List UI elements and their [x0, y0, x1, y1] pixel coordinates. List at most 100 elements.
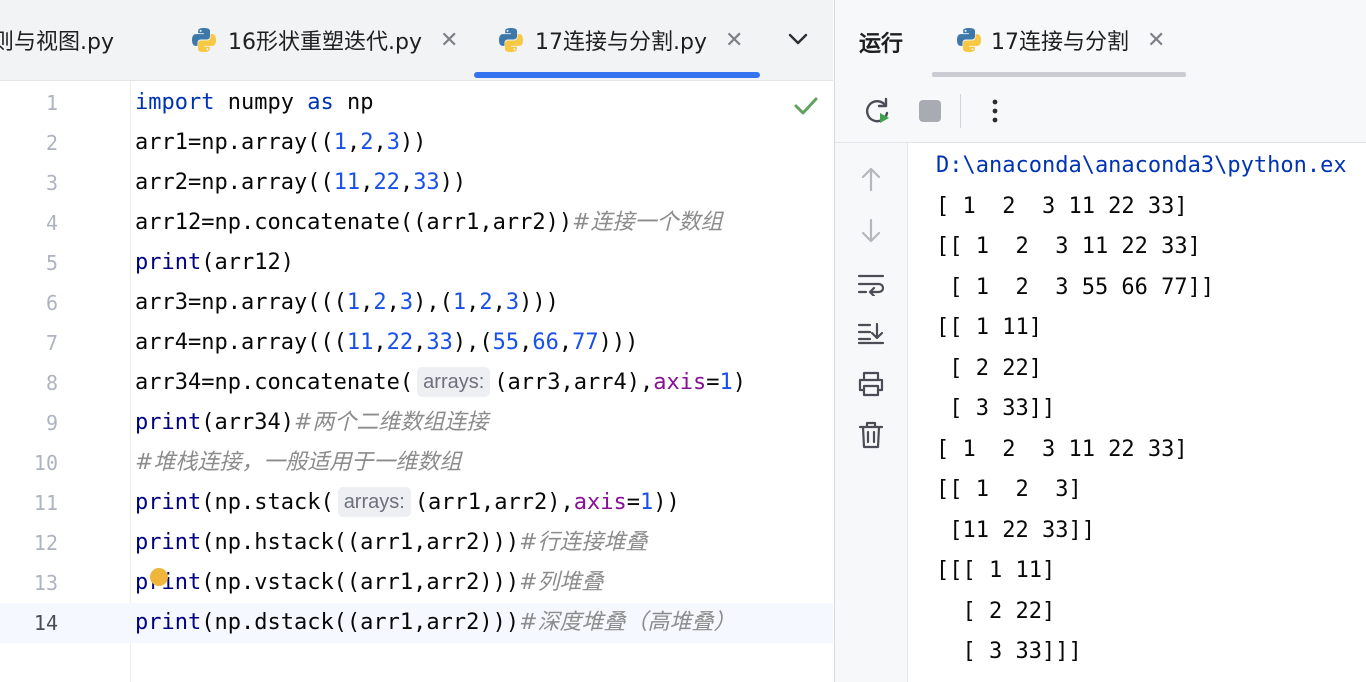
- run-tab-label: 17连接与分割: [991, 30, 1129, 55]
- line-number: 11: [33, 491, 58, 515]
- close-icon[interactable]: ✕: [440, 28, 458, 53]
- console-line: [[ 1 2 3]: [936, 477, 1082, 502]
- stop-icon: [919, 100, 941, 122]
- editor-tab-bar: 则与视图.py 16形状重塑迭代.py ✕ 17连接与分割.py ✕: [0, 0, 833, 81]
- inlay-hint: arrays:: [337, 487, 411, 517]
- arrow-down-icon: [861, 218, 881, 243]
- inlay-hint: arrays:: [417, 367, 491, 397]
- editor-tab-label: 16形状重塑迭代.py: [228, 30, 422, 55]
- line-number: 14: [33, 611, 58, 635]
- line-number: 5: [45, 251, 58, 275]
- code-editor[interactable]: 1 import numpy as np 2 arr1=np.array((1,…: [0, 81, 833, 682]
- code-line: 2 arr1=np.array((1,2,3)): [0, 123, 833, 163]
- printer-icon: [858, 371, 884, 397]
- console-output[interactable]: D:\anaconda\anaconda3\python.ex [ 1 2 3 …: [908, 143, 1366, 682]
- run-title: 运行: [859, 32, 904, 57]
- code-line: 10 #堆栈连接，一般适用于一维数组: [0, 443, 833, 483]
- code-line: 4 arr12=np.concatenate((arr1,arr2))#连接一个…: [0, 203, 833, 243]
- code-text[interactable]: print(arr12): [135, 243, 294, 283]
- code-text[interactable]: print(np.dstack((arr1,arr2)))#深度堆叠（高堆叠）: [135, 603, 736, 643]
- code-line: 1 import numpy as np: [0, 83, 833, 123]
- line-number: 8: [45, 371, 58, 395]
- scroll-to-end-button[interactable]: [857, 319, 885, 347]
- code-text[interactable]: print(np.hstack((arr1,arr2)))#行连接堆叠: [135, 523, 648, 563]
- line-number: 13: [33, 571, 58, 595]
- line-number: 10: [33, 451, 58, 475]
- run-tool-window: 运行 17连接与分割 ✕ D:\anaconda\anaconda3\pytho…: [834, 0, 1366, 682]
- code-text[interactable]: print(np.stack(arrays: (arr1,arr2),axis=1…: [135, 483, 680, 523]
- rerun-button[interactable]: [863, 96, 893, 126]
- code-line: 8 arr34=np.concatenate(arrays: (arr3,arr4…: [0, 363, 833, 403]
- code-text[interactable]: print(np.vstack((arr1,arr2)))#列堆叠: [135, 563, 604, 603]
- line-number: 3: [45, 171, 58, 195]
- console-line: [[[ 1 11]: [936, 558, 1056, 583]
- line-number: 6: [45, 291, 58, 315]
- code-text[interactable]: #堆栈连接，一般适用于一维数组: [135, 443, 461, 483]
- run-header: 运行 17连接与分割 ✕: [835, 0, 1366, 80]
- close-icon[interactable]: ✕: [1147, 28, 1165, 53]
- code-line: 12 print(np.hstack((arr1,arr2)))#行连接堆叠: [0, 523, 833, 563]
- console-line: D:\anaconda\anaconda3\python.ex: [936, 153, 1347, 178]
- editor-tab-17[interactable]: 17连接与分割.py ✕: [497, 0, 743, 80]
- code-text[interactable]: print(arr34)#两个二维数组连接: [135, 403, 488, 443]
- code-line: 3 arr2=np.array((11,22,33)): [0, 163, 833, 203]
- editor-tab-label: 则与视图.py: [0, 30, 114, 55]
- trash-icon: [858, 421, 884, 449]
- console-line: [ 3 33]]: [936, 396, 1056, 421]
- scroll-to-end-icon: [857, 322, 885, 345]
- console-line: [ 1 2 3 11 22 33]: [936, 437, 1188, 462]
- scroll-down-button[interactable]: [857, 217, 885, 245]
- console-line: [[ 1 2 3 11 22 33]: [936, 234, 1201, 259]
- console-line: [ 3 33]]]: [936, 639, 1082, 664]
- more-options-button[interactable]: [980, 96, 1010, 126]
- code-text[interactable]: arr4=np.array(((11,22,33),(55,66,77))): [135, 323, 638, 363]
- editor-tab-label: 17连接与分割.py: [535, 30, 707, 55]
- console-side-toolbar: [835, 143, 908, 682]
- console-line: [ 2 22]: [936, 356, 1042, 381]
- console-line: [ 1 2 3 55 66 77]]: [936, 275, 1215, 300]
- line-number: 2: [45, 131, 58, 155]
- clear-console-button[interactable]: [857, 421, 885, 449]
- stop-button[interactable]: [915, 96, 945, 126]
- run-toolbar: [835, 82, 1366, 143]
- run-tab[interactable]: 17连接与分割 ✕: [955, 24, 1165, 56]
- rerun-icon: [866, 97, 889, 123]
- code-text[interactable]: arr2=np.array((11,22,33)): [135, 163, 466, 203]
- code-line: 7 arr4=np.array(((11,22,33),(55,66,77))): [0, 323, 833, 363]
- code-line: 11 print(np.stack(arrays: (arr1,arr2),axi…: [0, 483, 833, 523]
- toolbar-separator: [960, 94, 961, 128]
- code-text[interactable]: import numpy as np: [135, 83, 373, 123]
- code-line: 5 print(arr12): [0, 243, 833, 283]
- code-line: 6 arr3=np.array(((1,2,3),(1,2,3))): [0, 283, 833, 323]
- console-line: [11 22 33]]: [936, 518, 1095, 543]
- line-number: 1: [45, 91, 58, 115]
- lightbulb-icon[interactable]: [150, 568, 168, 586]
- editor-tab-16[interactable]: 16形状重塑迭代.py ✕: [190, 0, 458, 80]
- scroll-up-button[interactable]: [857, 165, 885, 193]
- run-tab-indicator: [932, 72, 1186, 77]
- line-number: 9: [45, 411, 58, 435]
- line-number: 12: [33, 531, 58, 555]
- chevron-down-icon[interactable]: [784, 24, 812, 54]
- code-line: 13 print(np.vstack((arr1,arr2)))#列堆叠: [0, 563, 833, 603]
- python-file-icon: [957, 28, 981, 52]
- code-text[interactable]: arr1=np.array((1,2,3)): [135, 123, 426, 163]
- console-line: [ 2 22]: [936, 599, 1056, 624]
- code-text[interactable]: arr12=np.concatenate((arr1,arr2))#连接一个数组: [135, 203, 723, 243]
- python-file-icon: [192, 28, 216, 52]
- soft-wrap-button[interactable]: [857, 270, 885, 298]
- arrow-up-icon: [861, 167, 881, 192]
- print-button[interactable]: [857, 370, 885, 398]
- code-line-current: 14 print(np.dstack((arr1,arr2)))#深度堆叠（高堆…: [0, 603, 833, 643]
- console-line: [[ 1 11]: [936, 315, 1042, 340]
- console-line: [ 1 2 3 11 22 33]: [936, 194, 1188, 219]
- line-number: 4: [45, 211, 58, 235]
- code-text[interactable]: arr3=np.array(((1,2,3),(1,2,3))): [135, 283, 559, 323]
- close-icon[interactable]: ✕: [725, 28, 743, 53]
- active-tab-indicator: [474, 72, 760, 78]
- code-text[interactable]: arr34=np.concatenate(arrays: (arr3,arr4),…: [135, 363, 746, 403]
- editor-tab-partial[interactable]: 则与视图.py: [0, 0, 114, 80]
- soft-wrap-icon: [857, 274, 885, 296]
- python-file-icon: [499, 28, 523, 52]
- code-line: 9 print(arr34)#两个二维数组连接: [0, 403, 833, 443]
